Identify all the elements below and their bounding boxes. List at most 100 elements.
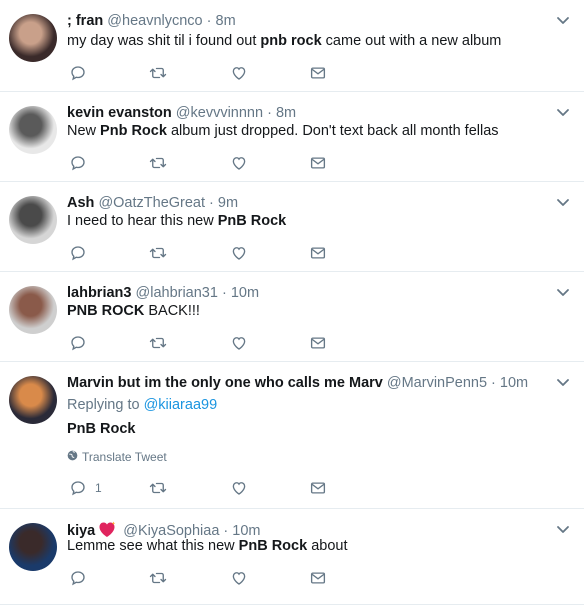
- tweet-actions: [67, 152, 337, 174]
- tweet-text-highlight: PnB Rock: [238, 538, 308, 554]
- tweet-header: kevin evanston @kevvvinnnn · 8m: [67, 103, 296, 123]
- tweet-text-segment: Lemme see what this new: [67, 538, 239, 554]
- tweet-actions: [67, 242, 337, 264]
- tweet-actions: [67, 567, 337, 589]
- replying-to: Replying to @kiiaraa99: [67, 395, 217, 415]
- tweet-text: I need to hear this new PnB Rock: [67, 211, 286, 231]
- tweet[interactable]: lahbrian3 @lahbrian31 · 10m PNB ROCK BACK…: [0, 272, 584, 362]
- reply-icon: [69, 334, 87, 352]
- tweet-timestamp[interactable]: 8m: [216, 13, 236, 29]
- reply-icon: [69, 479, 87, 497]
- tweet-text-highlight: pnb rock: [260, 33, 322, 49]
- like-icon: [230, 569, 248, 587]
- tweet-text-segment: I need to hear this new: [67, 213, 218, 229]
- tweet-timestamp[interactable]: 10m: [500, 375, 528, 391]
- reply-button[interactable]: [69, 242, 87, 264]
- tweet[interactable]: kevin evanston @kevvvinnnn · 8m New Pnb R…: [0, 92, 584, 182]
- direct-message-icon: [309, 569, 327, 587]
- user-handle[interactable]: @heavnlycnco: [107, 13, 202, 29]
- retweet-icon: [148, 479, 168, 497]
- display-name[interactable]: lahbrian3: [67, 285, 131, 301]
- retweet-button[interactable]: [148, 242, 168, 264]
- tweet[interactable]: ; fran @heavnlycnco · 8m my day was shit …: [0, 0, 584, 92]
- user-handle[interactable]: @lahbrian31: [136, 285, 218, 301]
- avatar[interactable]: [9, 376, 57, 424]
- like-button[interactable]: [230, 62, 248, 84]
- direct-message-button[interactable]: [309, 477, 327, 499]
- like-icon: [230, 154, 248, 172]
- reply-icon: [69, 154, 87, 172]
- direct-message-button[interactable]: [309, 62, 327, 84]
- retweet-button[interactable]: [148, 477, 168, 499]
- tweet[interactable]: Ash @OatzTheGreat · 9m I need to hear thi…: [0, 182, 584, 272]
- like-button[interactable]: [230, 567, 248, 589]
- translate-label: Translate Tweet: [82, 450, 167, 464]
- tweet-timestamp[interactable]: 9m: [218, 195, 238, 211]
- display-name[interactable]: kevin evanston: [67, 105, 172, 121]
- like-button[interactable]: [230, 477, 248, 499]
- tweet-header: Marvin but im the only one who calls me …: [67, 373, 528, 393]
- direct-message-icon: [309, 334, 327, 352]
- tweet-timestamp[interactable]: 10m: [231, 285, 259, 301]
- tweet-timestamp[interactable]: 8m: [276, 105, 296, 121]
- retweet-icon: [148, 334, 168, 352]
- display-name[interactable]: ; fran: [67, 13, 103, 29]
- reply-button[interactable]: [69, 152, 87, 174]
- retweet-icon: [148, 244, 168, 262]
- tweet[interactable]: kiya @KiyaSophiaa · 10m Lemme see what th…: [0, 509, 584, 605]
- avatar[interactable]: [9, 196, 57, 244]
- tweet-actions: [67, 62, 337, 84]
- retweet-button[interactable]: [148, 152, 168, 174]
- reply-button[interactable]: [69, 62, 87, 84]
- separator-dot: ·: [217, 285, 231, 301]
- translate-tweet-link[interactable]: Translate Tweet: [67, 450, 167, 464]
- tweet[interactable]: Marvin but im the only one who calls me …: [0, 362, 584, 509]
- tweet-text: Lemme see what this new PnB Rock about: [67, 536, 348, 556]
- user-handle[interactable]: @MarvinPenn5: [387, 375, 487, 391]
- tweet-text: my day was shit til i found out pnb rock…: [67, 31, 501, 51]
- like-button[interactable]: [230, 332, 248, 354]
- reply-button[interactable]: [69, 332, 87, 354]
- direct-message-button[interactable]: [309, 152, 327, 174]
- avatar[interactable]: [9, 286, 57, 334]
- separator-dot: ·: [487, 375, 500, 391]
- direct-message-icon: [309, 64, 327, 82]
- chevron-down-icon[interactable]: [556, 13, 570, 32]
- avatar[interactable]: [9, 14, 57, 62]
- tweet-text-segment: came out with a new album: [321, 33, 502, 49]
- direct-message-button[interactable]: [309, 242, 327, 264]
- avatar[interactable]: [9, 106, 57, 154]
- display-name[interactable]: Ash: [67, 195, 94, 211]
- retweet-button[interactable]: [148, 332, 168, 354]
- tweet-text-highlight: PnB Rock: [217, 213, 287, 229]
- avatar[interactable]: [9, 523, 57, 571]
- direct-message-button[interactable]: [309, 567, 327, 589]
- user-handle[interactable]: @OatzTheGreat: [98, 195, 205, 211]
- chevron-down-icon[interactable]: [556, 195, 570, 214]
- like-button[interactable]: [230, 152, 248, 174]
- direct-message-icon: [309, 244, 327, 262]
- direct-message-button[interactable]: [309, 332, 327, 354]
- retweet-icon: [148, 569, 168, 587]
- chevron-down-icon[interactable]: [556, 285, 570, 304]
- display-name[interactable]: Marvin but im the only one who calls me …: [67, 375, 383, 391]
- retweet-icon: [148, 64, 168, 82]
- user-handle[interactable]: @kevvvinnnn: [176, 105, 263, 121]
- reply-button[interactable]: [69, 567, 87, 589]
- retweet-button[interactable]: [148, 62, 168, 84]
- tweet-header: Ash @OatzTheGreat · 9m: [67, 193, 238, 213]
- chevron-down-icon[interactable]: [556, 375, 570, 394]
- retweet-icon: [148, 154, 168, 172]
- reply-button[interactable]: 1: [69, 477, 102, 499]
- like-button[interactable]: [230, 242, 248, 264]
- like-icon: [230, 479, 248, 497]
- chevron-down-icon[interactable]: [556, 522, 570, 541]
- chevron-down-icon[interactable]: [556, 105, 570, 124]
- retweet-button[interactable]: [148, 567, 168, 589]
- tweet-text-segment: my day was shit til i found out: [67, 33, 261, 49]
- globe-icon: [67, 450, 78, 464]
- replying-to-link[interactable]: @kiiaraa99: [144, 397, 218, 413]
- tweet-actions: 1: [67, 477, 337, 499]
- tweet-text-highlight: PNB ROCK: [67, 303, 145, 319]
- tweet-text: PNB ROCK BACK!!!: [67, 301, 200, 321]
